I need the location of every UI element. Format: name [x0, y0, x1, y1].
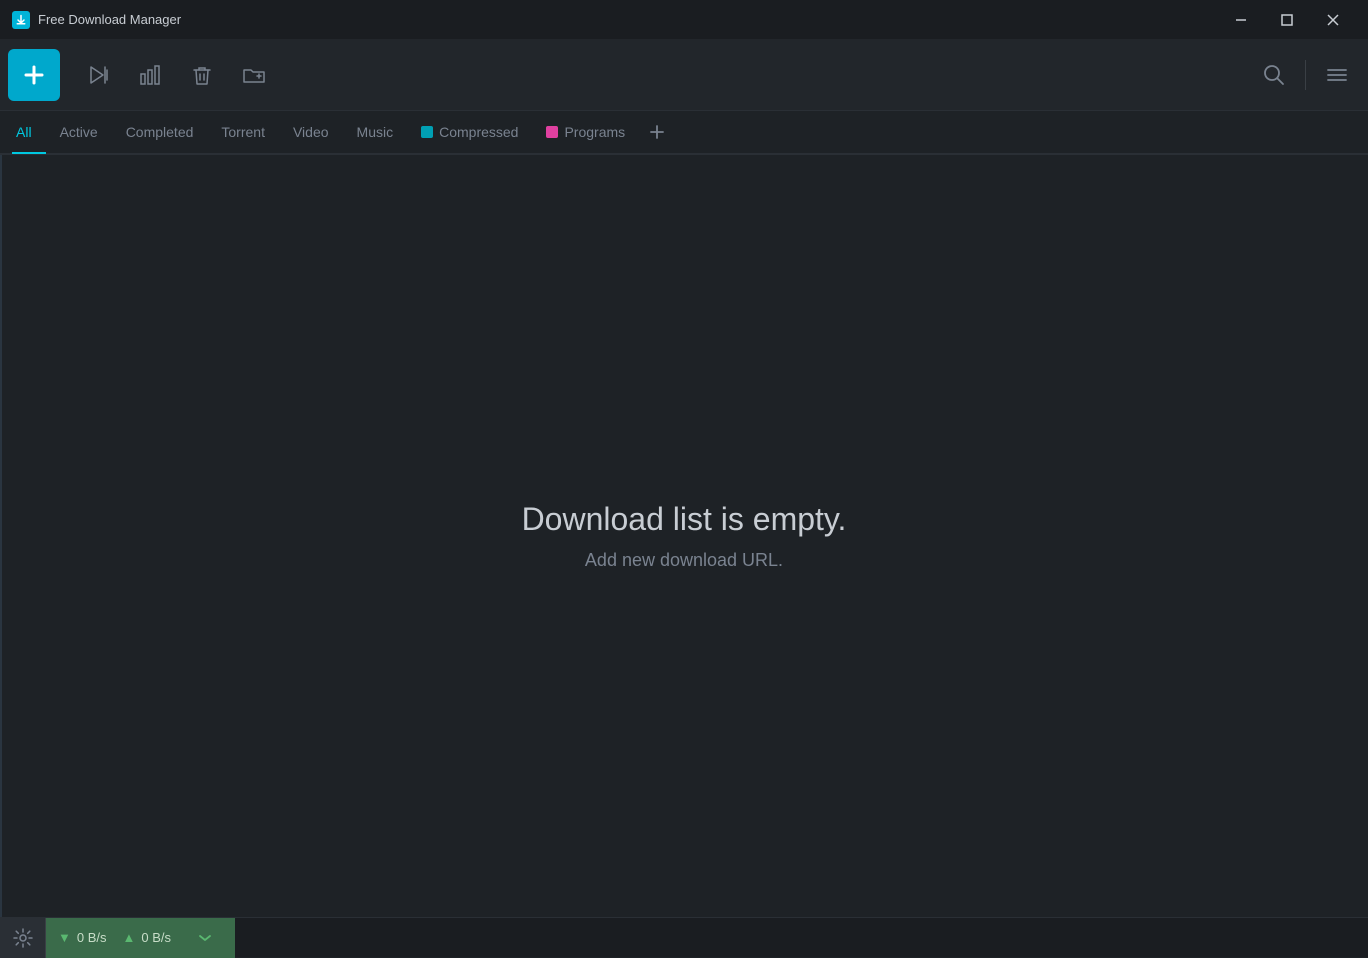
- upload-speed-value: 0 B/s: [141, 930, 171, 945]
- tab-programs[interactable]: Programs: [532, 110, 639, 154]
- empty-title: Download list is empty.: [522, 501, 847, 538]
- compressed-dot: [421, 126, 433, 138]
- minimize-button[interactable]: [1218, 0, 1264, 39]
- maximize-button[interactable]: [1264, 0, 1310, 39]
- speed-display: ▼ 0 B/s ▲ 0 B/s: [46, 918, 235, 958]
- menu-button[interactable]: [1314, 49, 1360, 101]
- toolbar: [0, 39, 1368, 111]
- main-content: Download list is empty. Add new download…: [0, 155, 1368, 917]
- tab-bar: All Active Completed Torrent Video Music…: [0, 111, 1368, 155]
- status-bar: ▼ 0 B/s ▲ 0 B/s: [0, 917, 1368, 957]
- tab-all[interactable]: All: [12, 110, 46, 154]
- tab-completed[interactable]: Completed: [112, 110, 208, 154]
- delete-button[interactable]: [176, 49, 228, 101]
- title-bar: Free Download Manager: [0, 0, 1368, 39]
- tab-video[interactable]: Video: [279, 110, 343, 154]
- tab-active[interactable]: Active: [46, 110, 112, 154]
- empty-subtitle: Add new download URL.: [522, 550, 847, 571]
- open-folder-button[interactable]: [228, 49, 280, 101]
- tab-torrent[interactable]: Torrent: [207, 110, 279, 154]
- tab-compressed[interactable]: Compressed: [407, 110, 532, 154]
- empty-state: Download list is empty. Add new download…: [522, 501, 847, 571]
- upload-speed: ▲ 0 B/s: [123, 930, 172, 945]
- close-button[interactable]: [1310, 0, 1356, 39]
- settings-button[interactable]: [0, 918, 46, 958]
- download-speed-value: 0 B/s: [77, 930, 107, 945]
- tab-music[interactable]: Music: [343, 110, 408, 154]
- app-icon: [12, 11, 30, 29]
- add-download-button[interactable]: [8, 49, 60, 101]
- upload-arrow-icon: ▲: [123, 930, 136, 945]
- download-speed: ▼ 0 B/s: [58, 930, 107, 945]
- expand-speed-button[interactable]: [187, 918, 223, 958]
- toolbar-right: [1251, 49, 1360, 101]
- statistics-button[interactable]: [124, 49, 176, 101]
- programs-dot: [546, 126, 558, 138]
- window-controls: [1218, 0, 1356, 39]
- resume-all-button[interactable]: [72, 49, 124, 101]
- toolbar-divider: [1305, 60, 1306, 90]
- app-title: Free Download Manager: [38, 12, 1218, 27]
- left-border-accent: [0, 155, 2, 917]
- download-arrow-icon: ▼: [58, 930, 71, 945]
- add-tab-button[interactable]: [643, 118, 671, 146]
- search-button[interactable]: [1251, 49, 1297, 101]
